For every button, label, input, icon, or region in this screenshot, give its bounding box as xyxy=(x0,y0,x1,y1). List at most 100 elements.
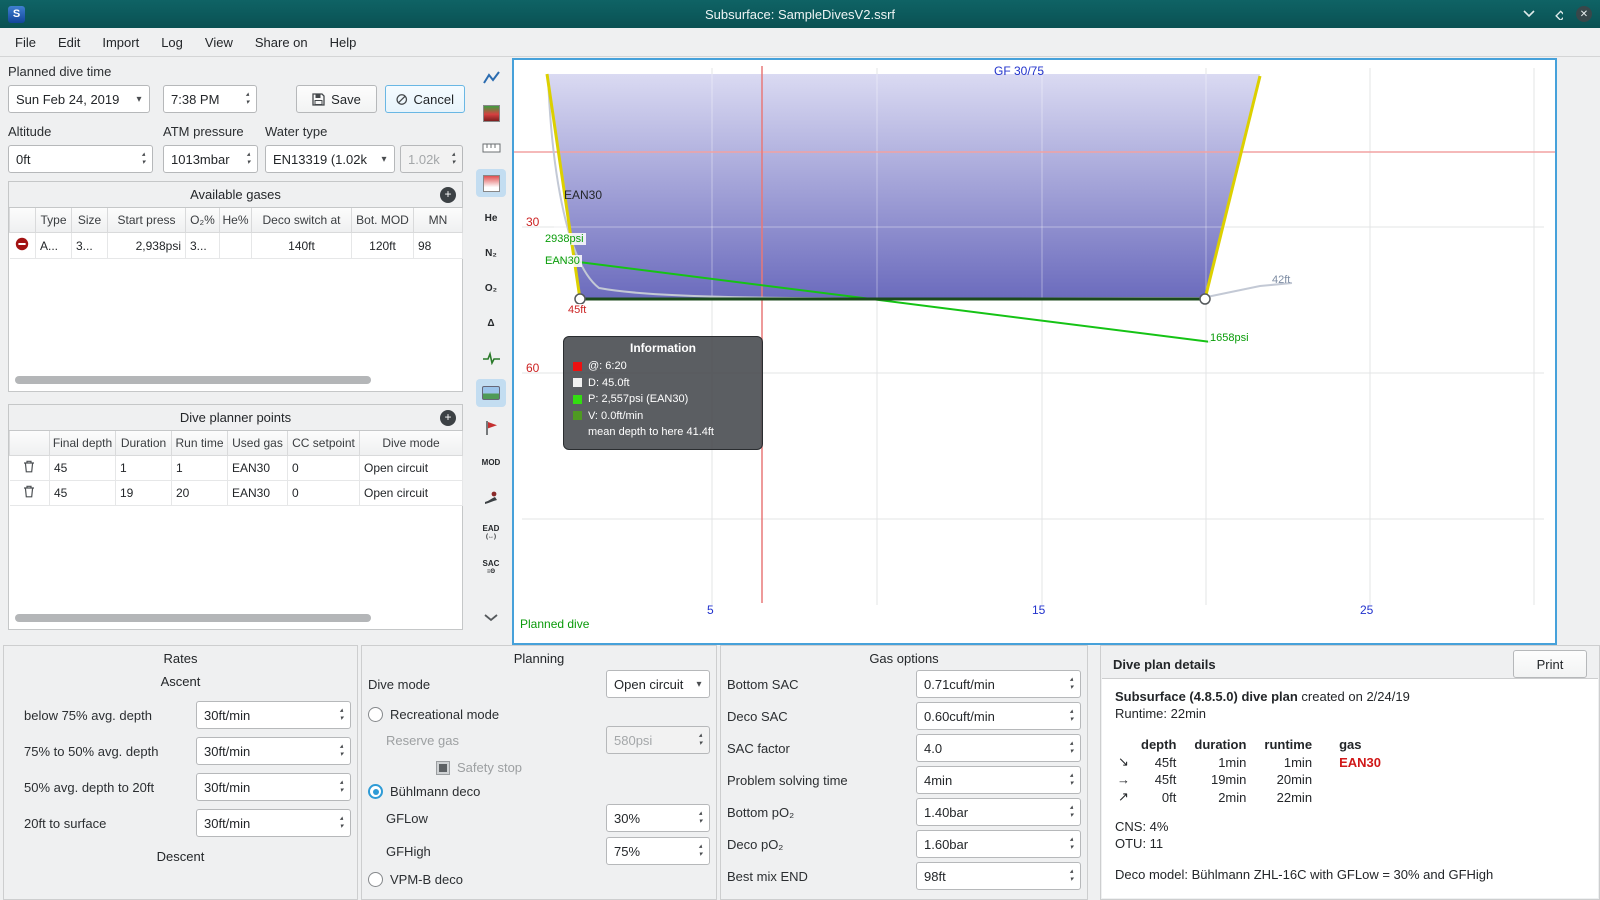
spinner-arrows-icon[interactable]: ▴ ▾ xyxy=(1063,708,1080,724)
planner-point-handle[interactable] xyxy=(574,293,586,305)
ruler-button[interactable] xyxy=(476,134,506,162)
spinner-arrows-icon[interactable]: ▴ ▾ xyxy=(1063,836,1080,852)
point-row[interactable]: 45 19 20 EAN30 0 Open circuit xyxy=(9,480,463,506)
titlebar[interactable]: S Subsurface: SampleDivesV2.ssrf ✕ xyxy=(0,0,1600,28)
dc-ceiling-button[interactable] xyxy=(476,99,506,127)
pt-used-gas[interactable]: EAN30 xyxy=(227,455,288,481)
gas-type[interactable]: A... xyxy=(35,232,72,259)
pt-duration[interactable]: 19 xyxy=(115,480,172,506)
dive-plan-text[interactable]: Subsurface (4.8.5.0) dive plan created o… xyxy=(1102,678,1598,898)
spin-down-icon[interactable]: ▾ xyxy=(340,823,344,831)
spin-up-icon[interactable]: ▴ xyxy=(340,743,344,751)
pt-cc-setpoint[interactable]: 0 xyxy=(287,455,360,481)
pt-cc-setpoint[interactable]: 0 xyxy=(287,480,360,506)
water-type-select[interactable]: EN13319 (1.02k ▾ xyxy=(265,145,395,173)
spin-up-icon[interactable]: ▴ xyxy=(1070,836,1074,844)
spin-down-icon[interactable]: ▾ xyxy=(1070,684,1074,692)
spin-down-icon[interactable]: ▾ xyxy=(1070,716,1074,724)
col-start-press[interactable]: Start press xyxy=(107,208,186,233)
col-deco-switch[interactable]: Deco switch at xyxy=(251,208,352,233)
profile-scale-button[interactable] xyxy=(476,64,506,92)
heartrate-button[interactable] xyxy=(476,344,506,372)
add-gas-button[interactable]: + xyxy=(440,187,456,203)
spin-down-icon[interactable]: ▾ xyxy=(1070,748,1074,756)
ead-button[interactable]: EAD (↔) xyxy=(476,519,506,547)
spinner-arrows-icon[interactable]: ▴ ▾ xyxy=(239,91,256,107)
spin-down-icon[interactable]: ▾ xyxy=(340,715,344,723)
spin-up-icon[interactable]: ▴ xyxy=(1070,708,1074,716)
gas-start-press[interactable]: 2,938psi xyxy=(107,232,186,259)
col-type[interactable]: Type xyxy=(35,208,72,233)
gas-o2[interactable]: 3... xyxy=(185,232,220,259)
spin-down-icon[interactable]: ▾ xyxy=(1070,844,1074,852)
menu-help[interactable]: Help xyxy=(319,30,368,55)
spin-up-icon[interactable]: ▴ xyxy=(340,707,344,715)
photos-button[interactable] xyxy=(476,379,506,407)
spinner-arrows-icon[interactable]: ▴ ▾ xyxy=(692,810,709,826)
spinner-arrows-icon[interactable]: ▴ ▾ xyxy=(1063,772,1080,788)
col-he[interactable]: He% xyxy=(219,208,252,233)
col-duration[interactable]: Duration xyxy=(115,431,172,456)
delete-gas-icon[interactable] xyxy=(15,237,29,251)
col-dive-mode[interactable]: Dive mode xyxy=(359,431,463,456)
spin-down-icon[interactable]: ▾ xyxy=(699,818,703,826)
col-bot-mod[interactable]: Bot. MOD xyxy=(351,208,414,233)
col-size[interactable]: Size xyxy=(71,208,108,233)
spinner-arrows-icon[interactable]: ▴ ▾ xyxy=(1063,676,1080,692)
spinner-arrows-icon[interactable]: ▴ ▾ xyxy=(240,151,257,167)
menu-file[interactable]: File xyxy=(4,30,47,55)
spin-down-icon[interactable]: ▾ xyxy=(699,851,703,859)
gas-he[interactable] xyxy=(219,232,252,259)
spinner-arrows-icon[interactable]: ▴ ▾ xyxy=(333,779,350,795)
save-button[interactable]: Save xyxy=(296,85,377,113)
menu-import[interactable]: Import xyxy=(91,30,150,55)
print-button[interactable]: Print xyxy=(1513,650,1587,678)
maximize-icon[interactable] xyxy=(1548,5,1566,23)
spin-up-icon[interactable]: ▴ xyxy=(340,779,344,787)
vpmb-deco-radio[interactable] xyxy=(368,872,383,887)
gas-deco-switch[interactable]: 140ft xyxy=(251,232,352,259)
gaschange-button[interactable] xyxy=(476,414,506,442)
col-used-gas[interactable]: Used gas xyxy=(227,431,288,456)
menu-share-on[interactable]: Share on xyxy=(244,30,319,55)
sac-button[interactable]: SAC ≡Θ xyxy=(476,554,506,582)
pt-dive-mode[interactable]: Open circuit xyxy=(359,455,463,481)
col-run-time[interactable]: Run time xyxy=(171,431,228,456)
delete-point-icon[interactable] xyxy=(23,485,35,498)
spin-up-icon[interactable]: ▴ xyxy=(1070,804,1074,812)
spinner-arrows-icon[interactable]: ▴ ▾ xyxy=(333,743,350,759)
points-hscrollbar[interactable] xyxy=(15,614,371,622)
menu-edit[interactable]: Edit xyxy=(47,30,91,55)
gflow-field[interactable]: 30% ▴ ▾ xyxy=(606,804,710,832)
spin-down-icon[interactable]: ▾ xyxy=(1070,780,1074,788)
buhlmann-deco-radio[interactable] xyxy=(368,784,383,799)
spin-up-icon[interactable]: ▴ xyxy=(1070,740,1074,748)
col-final-depth[interactable]: Final depth xyxy=(49,431,116,456)
ndl-tts-button[interactable] xyxy=(476,484,506,512)
spin-up-icon[interactable]: ▴ xyxy=(699,810,703,818)
spin-down-icon[interactable]: ▾ xyxy=(142,159,146,167)
spinner-arrows-icon[interactable]: ▴ ▾ xyxy=(1063,804,1080,820)
spinner-arrows-icon[interactable]: ▴ ▾ xyxy=(333,707,350,723)
spin-down-icon[interactable]: ▾ xyxy=(247,159,251,167)
spinner-arrows-icon[interactable]: ▴ ▾ xyxy=(1063,868,1080,884)
spin-up-icon[interactable]: ▴ xyxy=(1070,772,1074,780)
calc-ceiling-button[interactable] xyxy=(476,169,506,197)
col-mnd[interactable]: MN xyxy=(413,208,463,233)
shade-window-icon[interactable] xyxy=(1520,5,1538,23)
menu-view[interactable]: View xyxy=(194,30,244,55)
gas-size[interactable]: 3... xyxy=(71,232,108,259)
gas-bot-mod[interactable]: 120ft xyxy=(351,232,414,259)
delete-point-icon[interactable] xyxy=(23,460,35,473)
spin-up-icon[interactable]: ▴ xyxy=(142,151,146,159)
bottom-sac-field[interactable]: 0.71cuft/min ▴ ▾ xyxy=(916,670,1081,698)
toggle-phe-button[interactable]: He xyxy=(476,204,506,232)
menu-log[interactable]: Log xyxy=(150,30,194,55)
spin-down-icon[interactable]: ▾ xyxy=(1070,876,1074,884)
spinner-arrows-icon[interactable]: ▴ ▾ xyxy=(135,151,152,167)
spinner-arrows-icon[interactable]: ▴ ▾ xyxy=(1063,740,1080,756)
rate-50to20-field[interactable]: 30ft/min ▴ ▾ xyxy=(196,773,351,801)
spin-up-icon[interactable]: ▴ xyxy=(246,91,250,99)
bottom-po2-field[interactable]: 1.40bar ▴ ▾ xyxy=(916,798,1081,826)
deco-sac-field[interactable]: 0.60cuft/min ▴ ▾ xyxy=(916,702,1081,730)
